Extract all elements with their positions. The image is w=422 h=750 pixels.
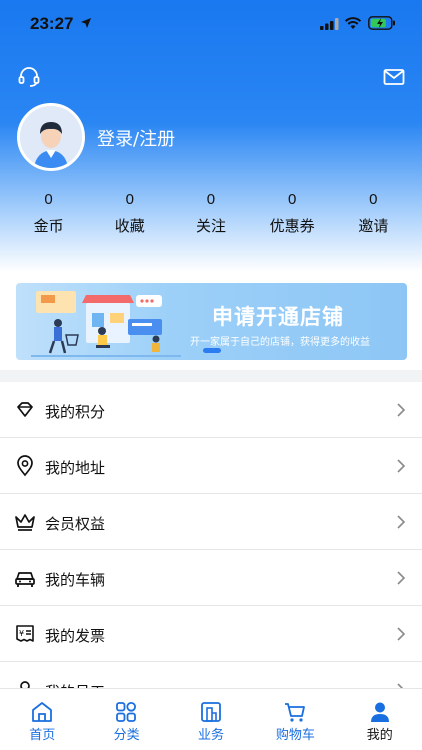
svg-text:¥: ¥ [19, 629, 24, 638]
tab-categories[interactable]: 分类 [84, 689, 168, 750]
location-pin-icon [17, 455, 33, 477]
location-arrow-icon [81, 18, 91, 28]
stat-label: 关注 [195, 217, 226, 235]
home-icon [32, 702, 52, 722]
chevron-right-icon [397, 627, 406, 641]
chevron-right-icon [397, 459, 406, 473]
tab-label: 购物车 [275, 728, 315, 743]
profile-icon [370, 702, 389, 722]
chevron-right-icon [397, 403, 406, 417]
stat-value: 0 [206, 191, 216, 208]
stat-value: 0 [44, 191, 53, 208]
stat-value: 0 [125, 191, 134, 208]
user-stats-row: 0 金币 0 收藏 0 关注 0 优惠券 0 邀请 [8, 190, 414, 236]
default-avatar-icon [20, 106, 82, 168]
menu-item-vehicles[interactable]: 我的车辆 [0, 550, 422, 606]
stat-coins[interactable]: 0 金币 [8, 190, 89, 236]
chevron-right-icon [397, 515, 406, 529]
stat-value: 0 [369, 191, 378, 208]
wifi-icon [344, 17, 362, 29]
stat-value: 0 [287, 191, 297, 208]
stat-label: 金币 [33, 217, 64, 235]
avatar[interactable] [17, 103, 85, 171]
stat-coupons[interactable]: 0 优惠券 [252, 190, 333, 236]
tab-label: 业务 [197, 728, 224, 743]
store-illustration-icon [31, 291, 181, 357]
menu-item-label: 我的积分 [45, 403, 106, 421]
banner-page-indicator [203, 348, 221, 353]
login-register-link[interactable]: 登录/注册 [97, 125, 175, 151]
bottom-tab-bar: 首页 分类 业务 购物车 我的 [0, 688, 422, 750]
section-divider [0, 370, 422, 382]
mail-icon [383, 69, 405, 85]
profile-menu-list: 我的积分 我的地址 会员权益 我的车辆 ¥ 我的发票 [0, 382, 422, 718]
menu-item-invoices[interactable]: ¥ 我的发票 [0, 606, 422, 662]
menu-item-label: 会员权益 [45, 515, 106, 533]
tab-label: 首页 [29, 728, 56, 743]
menu-item-membership[interactable]: 会员权益 [0, 494, 422, 550]
stat-following[interactable]: 0 关注 [170, 190, 251, 236]
menu-item-label: 我的发票 [45, 627, 106, 645]
stat-favorites[interactable]: 0 收藏 [89, 190, 170, 236]
status-bar: 23:27 [0, 0, 422, 46]
tab-cart[interactable]: 购物车 [253, 689, 337, 750]
banner-subtitle: 开一家属于自己的店铺，获得更多的收益 [190, 337, 370, 348]
building-icon [200, 702, 221, 722]
stat-label: 优惠券 [269, 217, 315, 235]
messages-button[interactable] [381, 64, 407, 90]
stat-invites[interactable]: 0 邀请 [333, 190, 414, 236]
crown-icon [15, 514, 35, 531]
banner-title: 申请开通店铺 [212, 305, 344, 329]
tab-business[interactable]: 业务 [169, 689, 253, 750]
diamond-icon [17, 402, 33, 417]
tab-home[interactable]: 首页 [0, 689, 84, 750]
menu-item-address[interactable]: 我的地址 [0, 438, 422, 494]
tab-label: 我的 [366, 728, 393, 743]
car-icon [15, 572, 35, 587]
stat-label: 邀请 [358, 217, 389, 235]
headset-icon [18, 67, 40, 87]
chevron-right-icon [397, 571, 406, 585]
invoice-icon: ¥ [16, 625, 34, 642]
tab-profile[interactable]: 我的 [338, 689, 422, 750]
my-profile-screen: 23:27 登录/注册 0 金币 0 收藏 0 关注 0 优惠券 0 邀请 申请… [0, 0, 422, 750]
menu-item-label: 我的车辆 [45, 571, 106, 589]
grid-icon [116, 702, 137, 722]
battery-charging-icon [368, 16, 395, 30]
status-time: 23:27 [30, 14, 74, 33]
cellular-signal-icon [320, 18, 339, 30]
menu-item-points[interactable]: 我的积分 [0, 382, 422, 438]
menu-item-label: 我的地址 [45, 459, 106, 477]
tab-label: 分类 [113, 728, 140, 743]
cart-icon [285, 703, 306, 722]
stat-label: 收藏 [114, 217, 145, 235]
customer-service-button[interactable] [16, 64, 42, 90]
